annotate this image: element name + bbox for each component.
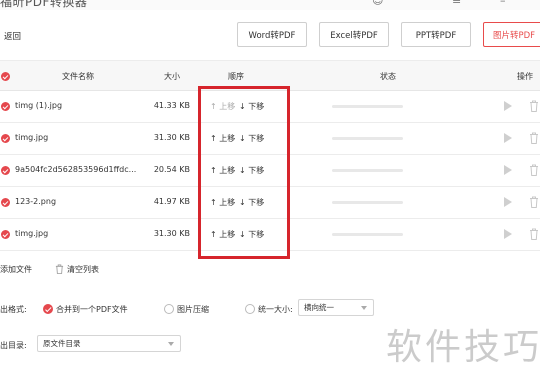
move-up-label: 上移 bbox=[219, 166, 236, 175]
row-checkbox[interactable] bbox=[1, 102, 10, 111]
move-down-label: 下移 bbox=[248, 230, 265, 239]
header-order: 顺序 bbox=[228, 72, 244, 81]
output-dir-value: 原文件目录 bbox=[43, 339, 81, 348]
output-dir-select[interactable]: 原文件目录 bbox=[37, 335, 181, 352]
move-up-label: 上移 bbox=[219, 102, 236, 111]
toolbar: 返回 Word转PDF Excel转PDF PPT转PDF 图片转PDF bbox=[0, 10, 540, 60]
compress-radio[interactable] bbox=[164, 304, 174, 314]
output-format-label: 出格式: bbox=[0, 305, 27, 314]
file-name: timg.jpg bbox=[15, 229, 49, 238]
header-size: 大小 bbox=[164, 72, 180, 81]
clear-list-button[interactable]: 清空列表 bbox=[55, 264, 99, 275]
play-icon[interactable] bbox=[504, 133, 512, 143]
clear-list-label: 清空列表 bbox=[67, 265, 99, 274]
trash-icon[interactable] bbox=[529, 132, 539, 144]
move-up-button[interactable]: ↑ 上移 bbox=[210, 229, 235, 240]
table-row[interactable]: 9a504fc2d562853596d1ffdc... 20.54 KB ↑ 上移 ↓… bbox=[0, 155, 540, 187]
move-down-button[interactable]: ↓ 下移 bbox=[239, 165, 264, 176]
row-checkbox[interactable] bbox=[1, 134, 10, 143]
file-size: 31.30 KB bbox=[153, 229, 190, 238]
trash-icon[interactable] bbox=[529, 100, 539, 112]
progress-bar bbox=[332, 137, 403, 140]
file-name: 123-2.png bbox=[15, 197, 57, 206]
list-actions: 添加文件 清空列表 bbox=[0, 262, 540, 278]
move-up-button[interactable]: ↑ 上移 bbox=[210, 133, 235, 144]
merge-label: 合并到一个PDF文件 bbox=[56, 305, 128, 314]
row-checkbox[interactable] bbox=[1, 230, 10, 239]
move-down-label: 下移 bbox=[248, 134, 265, 143]
play-icon[interactable] bbox=[504, 229, 512, 239]
move-down-button[interactable]: ↓ 下移 bbox=[239, 101, 264, 112]
move-up-label: 上移 bbox=[219, 230, 236, 239]
progress-bar bbox=[332, 105, 403, 108]
file-name: 9a504fc2d562853596d1ffdc... bbox=[15, 165, 137, 174]
image-to-pdf-button[interactable]: 图片转PDF bbox=[483, 22, 540, 47]
move-up-button[interactable]: ↑ 上移 bbox=[210, 101, 235, 112]
trash-icon bbox=[55, 264, 64, 274]
row-checkbox[interactable] bbox=[1, 198, 10, 207]
select-all-checkbox[interactable] bbox=[1, 72, 10, 81]
trash-icon[interactable] bbox=[529, 196, 539, 208]
play-icon[interactable] bbox=[504, 101, 512, 111]
progress-bar bbox=[332, 233, 403, 236]
table-row[interactable]: timg.jpg 31.30 KB ↑ 上移 ↓ 下移 bbox=[0, 219, 540, 251]
unify-size-label: 统一大小: bbox=[258, 305, 293, 314]
file-size: 41.97 KB bbox=[153, 197, 190, 206]
file-size: 31.30 KB bbox=[153, 133, 190, 142]
header-actions: 操作 bbox=[517, 72, 533, 81]
word-to-pdf-button[interactable]: Word转PDF bbox=[237, 22, 307, 47]
file-name: timg.jpg bbox=[15, 133, 49, 142]
play-icon[interactable] bbox=[504, 197, 512, 207]
table-row[interactable]: timg (1).jpg 41.33 KB ↑ 上移 ↓ 下移 bbox=[0, 91, 540, 123]
trash-icon[interactable] bbox=[529, 164, 539, 176]
move-up-button[interactable]: ↑ 上移 bbox=[210, 165, 235, 176]
header-status: 状态 bbox=[380, 72, 396, 81]
move-down-button[interactable]: ↓ 下移 bbox=[239, 197, 264, 208]
output-dir-label: 出目录: bbox=[0, 341, 27, 350]
move-up-label: 上移 bbox=[219, 198, 236, 207]
watermark: 软件技巧 bbox=[386, 327, 540, 368]
chevron-down-icon bbox=[168, 342, 174, 346]
add-file-button[interactable]: 添加文件 bbox=[0, 264, 32, 275]
move-down-label: 下移 bbox=[248, 166, 265, 175]
play-icon[interactable] bbox=[504, 165, 512, 175]
table-header: 文件名称 大小 顺序 状态 操作 bbox=[0, 60, 540, 91]
progress-bar bbox=[332, 201, 403, 204]
minimize-icon[interactable]: – bbox=[500, 0, 506, 7]
trash-icon[interactable] bbox=[529, 228, 539, 240]
move-up-label: 上移 bbox=[219, 134, 236, 143]
chevron-down-icon bbox=[361, 306, 367, 310]
table-row[interactable]: 123-2.png 41.97 KB ↑ 上移 ↓ 下移 bbox=[0, 187, 540, 219]
merge-radio[interactable] bbox=[43, 304, 53, 314]
back-link[interactable]: 返回 bbox=[4, 30, 21, 42]
user-icon[interactable]: ☺ bbox=[372, 0, 383, 7]
file-name: timg (1).jpg bbox=[15, 101, 63, 110]
excel-to-pdf-button[interactable]: Excel转PDF bbox=[319, 22, 389, 47]
move-down-button[interactable]: ↓ 下移 bbox=[239, 229, 264, 240]
move-down-button[interactable]: ↓ 下移 bbox=[239, 133, 264, 144]
app-title: 福昕PDF转换器 bbox=[0, 0, 88, 9]
table-row[interactable]: timg.jpg 31.30 KB ↑ 上移 ↓ 下移 bbox=[0, 123, 540, 155]
unify-size-value: 横向统一 bbox=[304, 303, 334, 312]
file-size: 20.54 KB bbox=[153, 165, 190, 174]
unify-size-select[interactable]: 横向统一 bbox=[298, 299, 374, 316]
file-size: 41.33 KB bbox=[153, 101, 190, 110]
move-up-button[interactable]: ↑ 上移 bbox=[210, 197, 235, 208]
header-name: 文件名称 bbox=[62, 72, 94, 81]
ppt-to-pdf-button[interactable]: PPT转PDF bbox=[401, 22, 471, 47]
move-down-label: 下移 bbox=[248, 102, 265, 111]
unify-size-radio[interactable] bbox=[245, 304, 255, 314]
row-checkbox[interactable] bbox=[1, 166, 10, 175]
compress-label: 图片压缩 bbox=[177, 305, 209, 314]
menu-icon[interactable]: ≡ bbox=[452, 0, 461, 7]
title-bar: 福昕PDF转换器 ☺ ≡ – bbox=[0, 0, 540, 10]
move-down-label: 下移 bbox=[248, 198, 265, 207]
progress-bar bbox=[332, 169, 403, 172]
